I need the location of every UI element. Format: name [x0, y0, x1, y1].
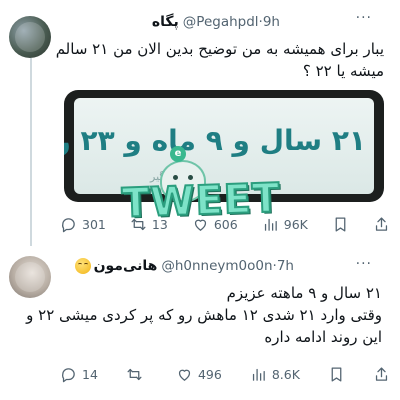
share-button[interactable]: [373, 216, 390, 233]
views-chart-icon: [264, 218, 277, 231]
tweet-time[interactable]: 7h: [277, 258, 294, 274]
retweet-button[interactable]: [126, 366, 148, 383]
tweet-text-line: ۲۱ سال و ۹ ماهته عزیزم: [226, 284, 382, 302]
mascot-eye: [173, 175, 178, 180]
retweet-count: 13: [151, 216, 168, 232]
mascot-eye: [188, 175, 193, 180]
reply-icon: [62, 217, 75, 232]
bookmark-button[interactable]: [328, 366, 345, 383]
avatar[interactable]: [9, 16, 51, 58]
tweet-text: ۲۱ سال و ۹ ماهته عزیزم وقتی وارد ۲۱ شدی …: [26, 282, 382, 348]
retweet-button[interactable]: 13: [130, 216, 168, 233]
reply-count: 14: [82, 366, 98, 382]
share-icon: [375, 216, 388, 231]
views-button[interactable]: 8.6K: [250, 366, 300, 383]
like-count: 496: [197, 366, 222, 382]
views-count: 8.6K: [271, 366, 300, 382]
reply-icon: [62, 367, 75, 382]
tweet-text: یبار برای همیشه به من توضیح بدین الان من…: [56, 38, 384, 82]
tweet-text-line: این روند ادامه داره: [264, 328, 382, 346]
like-button[interactable]: 606: [192, 216, 238, 233]
views-button[interactable]: 96K: [262, 216, 308, 233]
heart-icon: [194, 219, 206, 231]
tweet-header: پگاه @Pegahpdl · 9h: [152, 14, 280, 30]
bookmark-button[interactable]: [332, 216, 349, 233]
tweet-thread: پگاه @Pegahpdl · 9h ··· یبار برای همیشه …: [0, 0, 400, 400]
reply-count: 301: [82, 216, 106, 232]
bookmark-icon: [331, 366, 342, 382]
views-count: 96K: [283, 216, 308, 232]
heart-icon: [178, 369, 191, 381]
share-button[interactable]: [373, 366, 390, 383]
more-icon[interactable]: ···: [356, 256, 372, 272]
more-icon[interactable]: ···: [356, 10, 372, 26]
user-handle[interactable]: @h0nneym0o0n: [161, 258, 272, 274]
user-handle[interactable]: @Pegahpdl: [183, 14, 259, 30]
tweet-time[interactable]: 9h: [263, 14, 280, 30]
views-chart-icon: [252, 368, 265, 381]
display-name[interactable]: پگاه: [152, 14, 179, 30]
smiley-emoji-icon: [74, 258, 91, 274]
mascot-icon: [160, 160, 206, 202]
like-count: 606: [213, 216, 238, 232]
tweet-text-line: یبار برای همیشه به من توضیح بدین الان من…: [55, 40, 384, 58]
reply-button[interactable]: 14: [60, 366, 98, 383]
retweet-icon: [131, 218, 146, 230]
display-name[interactable]: هانی‌مون: [94, 258, 158, 274]
bookmark-icon: [335, 216, 346, 232]
thread-connector-line: [30, 58, 32, 246]
like-button[interactable]: 496: [176, 366, 222, 383]
tweet-actions: 301 13 606 96K: [60, 214, 390, 234]
reply-button[interactable]: 301: [60, 216, 106, 233]
tweet-text-line: وقتی وارد ۲۱ شدی ۱۲ ماهش رو که پر کردی م…: [26, 306, 382, 324]
media-caption: ۲۱ سال و ۹ ماه و ۲۳ روز: [64, 124, 366, 157]
tweet-media-image[interactable]: ۲۱ سال و ۹ ماه و ۲۳ روز: [64, 90, 384, 202]
badge-icon: e: [170, 146, 186, 162]
tweet-actions: 14 496 8.6K: [60, 364, 390, 384]
tweet-text-line: میشه یا ۲۲ ؟: [302, 62, 384, 80]
tweet-header: هانی‌مون @h0nneym0o0n · 7h: [74, 258, 294, 274]
share-icon: [375, 366, 388, 381]
retweet-icon: [127, 368, 142, 380]
